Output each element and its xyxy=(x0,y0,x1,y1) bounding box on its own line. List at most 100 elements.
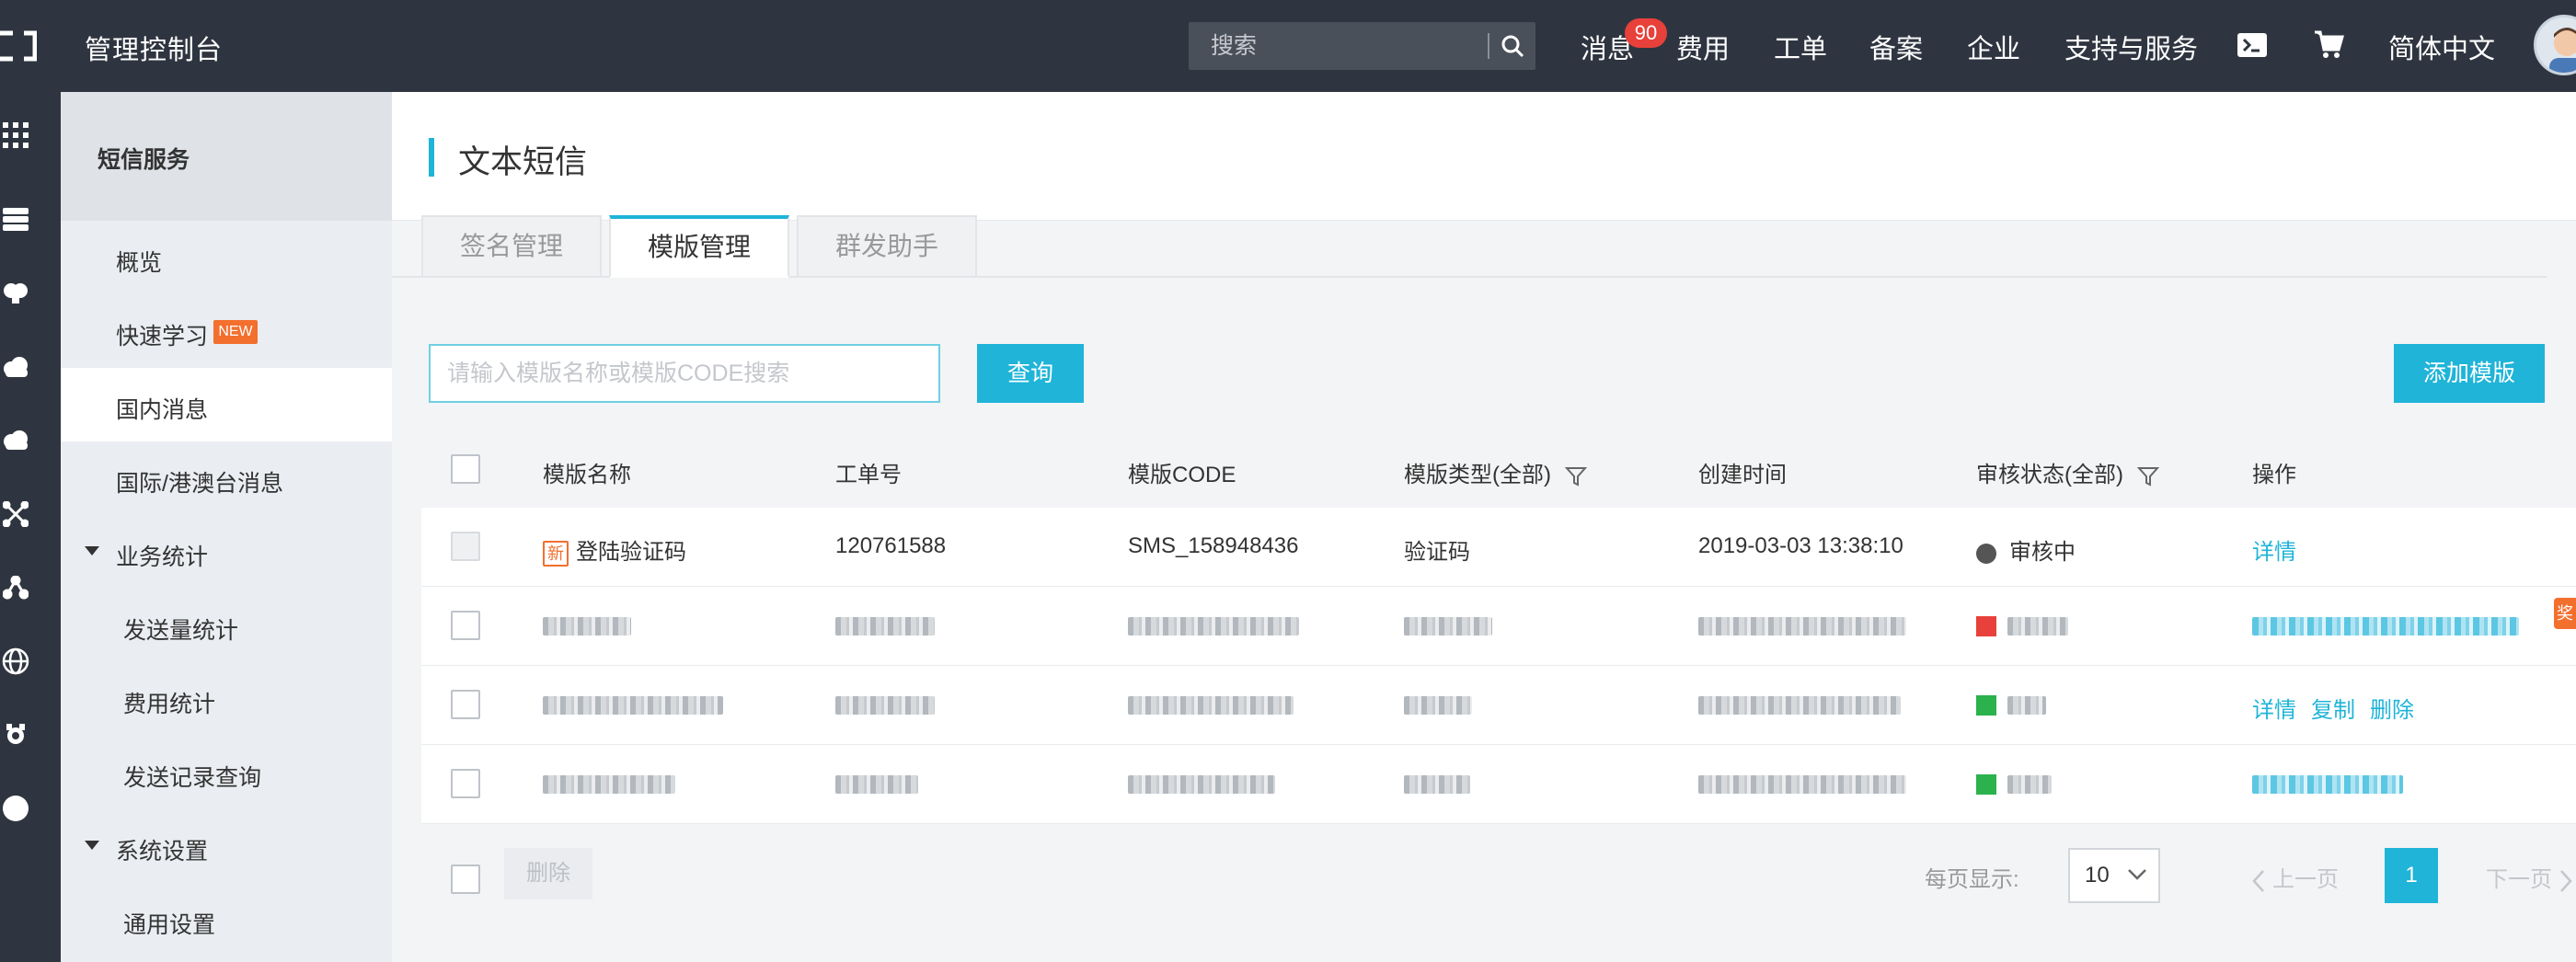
search-button[interactable] xyxy=(1489,22,1535,70)
filter-icon[interactable] xyxy=(1564,465,1587,487)
created-time: 2019-03-03 13:38:10 xyxy=(1698,533,1903,558)
server-icon[interactable] xyxy=(0,204,31,235)
messages-badge: 90 xyxy=(1625,18,1667,48)
sidebar-item-label: 发送量统计 xyxy=(123,618,239,644)
row-checkbox[interactable] xyxy=(451,690,480,719)
delete-link[interactable]: 删除 xyxy=(2370,692,2414,724)
sidebar-item-send-volume[interactable]: 发送量统计 xyxy=(61,589,392,662)
sidebar-item-label: 通用设置 xyxy=(123,912,216,938)
column-header: 创建时间 xyxy=(1698,463,1787,487)
query-button[interactable]: 查询 xyxy=(977,344,1084,403)
row-checkbox[interactable] xyxy=(451,611,480,640)
bulk-delete-button[interactable]: 删除 xyxy=(504,848,592,899)
cloud-icon[interactable] xyxy=(0,351,31,383)
sidebar-item-send-records[interactable]: 发送记录查询 xyxy=(61,736,392,809)
details-link[interactable]: 详情 xyxy=(2252,692,2296,724)
status-dot-icon xyxy=(1976,694,1996,716)
global-search xyxy=(1189,22,1535,70)
table-header: 模版名称 工单号 模版CODE 模版类型(全部) 创建时间 审核状态(全部) 操… xyxy=(421,430,2576,508)
sidebar-item-domestic[interactable]: 国内消息 xyxy=(61,368,392,441)
brain-icon[interactable] xyxy=(0,278,31,309)
circle-icon[interactable] xyxy=(0,793,31,824)
new-tag: 新 xyxy=(543,540,569,567)
table-footer: 删除 每页显示: 10 上一页 1 下一页 xyxy=(421,824,2576,962)
table-row: 详情 复制 删除 xyxy=(421,666,2576,745)
blurred-content xyxy=(1404,771,1470,796)
sidebar-item-cost[interactable]: 费用统计 xyxy=(61,662,392,736)
globe-icon[interactable] xyxy=(0,646,31,677)
blurred-content xyxy=(1128,692,1294,717)
floating-reward-tab[interactable]: 奖 xyxy=(2554,598,2576,629)
new-badge: NEW xyxy=(213,320,258,344)
row-checkbox[interactable] xyxy=(451,532,480,561)
status-filter-header[interactable]: 审核状态(全部) xyxy=(1976,456,2159,488)
footer-select-all-checkbox[interactable] xyxy=(451,865,480,894)
nav-support[interactable]: 支持与服务 xyxy=(2064,28,2198,66)
nav-icp[interactable]: 备案 xyxy=(1869,28,1923,66)
global-search-input[interactable] xyxy=(1189,22,1488,70)
nav-billing[interactable]: 费用 xyxy=(1676,28,1730,66)
next-page-button[interactable]: 下一页 xyxy=(2486,861,2572,893)
current-page[interactable]: 1 xyxy=(2385,848,2438,903)
column-header: 模版名称 xyxy=(543,463,631,487)
nodes-icon[interactable] xyxy=(0,572,31,603)
nav-enterprise[interactable]: 企业 xyxy=(1967,28,2020,66)
details-link[interactable]: 详情 xyxy=(2252,533,2296,566)
tab-signatures[interactable]: 签名管理 xyxy=(421,215,602,278)
terminal-icon[interactable] xyxy=(2237,33,2267,57)
template-search-input[interactable] xyxy=(429,344,940,403)
copy-link[interactable]: 复制 xyxy=(2311,692,2355,724)
type-filter-header[interactable]: 模版类型(全部) xyxy=(1404,456,1587,488)
prev-page-button[interactable]: 上一页 xyxy=(2252,861,2339,893)
filter-icon[interactable] xyxy=(2136,465,2159,487)
sidebar-item-overview[interactable]: 概览 xyxy=(61,221,392,294)
nav-tickets[interactable]: 工单 xyxy=(1774,28,1827,66)
review-status xyxy=(1976,771,2052,796)
blurred-content xyxy=(1404,692,1472,717)
sidebar-group-statistics[interactable]: 业务统计 xyxy=(61,515,392,589)
cart-icon[interactable] xyxy=(2313,29,2344,59)
table-row xyxy=(421,745,2576,824)
sidebar: 短信服务 概览 快速学习 NEW 国内消息 国际/港澳台消息 业务统计 发送量统… xyxy=(61,92,392,962)
sidebar-title: 短信服务 xyxy=(98,147,190,173)
language-switch[interactable]: 简体中文 xyxy=(2388,28,2495,66)
cloud-upload-icon[interactable] xyxy=(0,425,31,456)
sidebar-group-settings[interactable]: 系统设置 xyxy=(61,809,392,883)
blurred-content xyxy=(835,771,918,796)
network-icon[interactable] xyxy=(0,498,31,530)
blurred-content xyxy=(1698,613,1906,638)
avatar[interactable] xyxy=(2534,15,2576,75)
logo-icon[interactable] xyxy=(0,29,37,63)
blurred-actions[interactable] xyxy=(2252,771,2403,796)
page-size-select[interactable]: 10 xyxy=(2068,848,2160,903)
cog-icon[interactable] xyxy=(0,719,31,750)
add-template-button[interactable]: 添加模版 xyxy=(2394,344,2545,403)
grid-icon[interactable] xyxy=(0,120,31,151)
select-all-checkbox[interactable] xyxy=(451,454,480,484)
status-text: 审核中 xyxy=(2009,540,2076,565)
sidebar-item-label: 业务统计 xyxy=(116,544,209,570)
template-name: 登陆验证码 xyxy=(576,540,686,565)
blurred-actions[interactable] xyxy=(2252,613,2519,638)
blurred-content xyxy=(1404,613,1492,638)
tab-templates[interactable]: 模版管理 xyxy=(609,215,789,278)
blurred-content xyxy=(1698,771,1906,796)
column-header: 模版类型(全部) xyxy=(1404,463,1551,487)
blurred-content xyxy=(1698,692,1901,717)
tab-bulk-send[interactable]: 群发助手 xyxy=(797,215,977,278)
blurred-content xyxy=(835,692,935,717)
status-dot-icon xyxy=(1976,773,1996,795)
search-icon xyxy=(1501,35,1524,58)
blurred-content xyxy=(1128,771,1275,796)
template-code: SMS_158948436 xyxy=(1128,533,1299,558)
sidebar-item-international[interactable]: 国际/港澳台消息 xyxy=(61,441,392,515)
blurred-content xyxy=(543,613,631,638)
row-checkbox[interactable] xyxy=(451,769,480,798)
sidebar-item-label: 概览 xyxy=(116,250,163,276)
order-number: 120761588 xyxy=(835,533,947,558)
sidebar-item-general-settings[interactable]: 通用设置 xyxy=(61,883,392,956)
sidebar-item-label: 系统设置 xyxy=(116,839,209,865)
sidebar-item-quick-learn[interactable]: 快速学习 NEW xyxy=(61,294,392,368)
chevron-down-icon xyxy=(2128,869,2146,880)
app-title[interactable]: 管理控制台 xyxy=(85,29,223,67)
